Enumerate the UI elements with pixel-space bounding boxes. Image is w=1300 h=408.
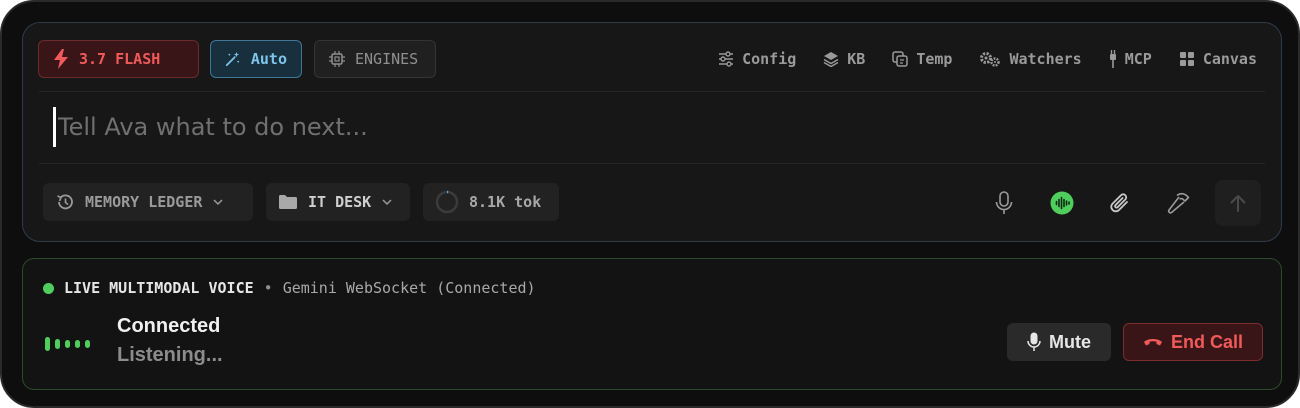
assistant-panel: 3.7 FLASH Auto ENGINES Config KB Temp Wa… — [0, 0, 1300, 408]
header-divider — [39, 91, 1265, 92]
cpu-chip-icon — [329, 51, 345, 67]
it-desk-label: IT DESK — [308, 193, 372, 211]
call-state: Connected — [117, 315, 221, 337]
kb-button[interactable]: KB — [823, 50, 865, 68]
sliders-icon — [719, 51, 734, 67]
end-call-button[interactable]: End Call — [1123, 323, 1263, 361]
hang-up-icon — [1143, 339, 1162, 346]
engines-label: ENGINES — [355, 50, 419, 68]
top-toolbar: Config KB Temp Watchers MCP Canvas — [718, 47, 1257, 71]
memory-ledger-label: MEMORY LEDGER — [85, 193, 203, 211]
mute-label: Mute — [1049, 331, 1091, 352]
listening-state: Listening... — [117, 344, 223, 366]
hammer-icon — [1167, 192, 1190, 214]
kb-label: KB — [847, 50, 866, 68]
magic-wand-icon — [225, 51, 240, 67]
temp-button[interactable]: Temp — [892, 50, 952, 68]
attach-button[interactable] — [1091, 181, 1149, 225]
layers-icon — [823, 52, 839, 67]
memory-ledger-dropdown[interactable]: MEMORY LEDGER — [43, 183, 253, 221]
canvas-label: Canvas — [1202, 50, 1257, 68]
config-label: Config — [742, 50, 797, 68]
model-selector-button[interactable]: 3.7 FLASH — [38, 40, 199, 78]
auto-mode-label: Auto — [250, 50, 287, 68]
send-button[interactable] — [1215, 180, 1261, 226]
history-icon — [57, 194, 73, 210]
chevron-down-icon — [382, 199, 392, 206]
end-call-label: End Call — [1170, 331, 1243, 352]
token-count: 8.1K tok — [469, 193, 542, 211]
mcp-button[interactable]: MCP — [1109, 50, 1152, 68]
config-button[interactable]: Config — [718, 50, 796, 68]
composer-card: 3.7 FLASH Auto ENGINES Config KB Temp Wa… — [22, 22, 1282, 242]
voice-separator: • — [263, 279, 273, 297]
mute-button[interactable]: Mute — [1007, 323, 1111, 361]
input-divider — [39, 163, 1265, 164]
live-status-dot — [43, 282, 54, 294]
engines-button[interactable]: ENGINES — [314, 40, 436, 78]
audio-level-indicator — [45, 337, 90, 351]
microphone-icon — [995, 191, 1013, 214]
temp-label: Temp — [916, 50, 953, 68]
paperclip-icon — [1110, 193, 1128, 213]
voice-header: LIVE MULTIMODAL VOICE • Gemini WebSocket… — [43, 279, 536, 297]
prompt-input[interactable] — [53, 107, 1153, 147]
model-label: 3.7 FLASH — [79, 50, 161, 68]
canvas-button[interactable]: Canvas — [1179, 50, 1257, 68]
voice-wave-icon — [1050, 191, 1074, 215]
chevron-down-icon — [213, 199, 223, 206]
mcp-label: MCP — [1124, 50, 1152, 68]
live-voice-panel: LIVE MULTIMODAL VOICE • Gemini WebSocket… — [22, 258, 1282, 390]
microphone-icon — [1027, 332, 1041, 351]
grid-icon — [1179, 52, 1194, 66]
lightning-icon — [54, 49, 68, 69]
send-arrow-icon — [1230, 195, 1246, 212]
watchers-button[interactable]: Watchers — [979, 50, 1082, 68]
gears-icon — [980, 52, 1001, 67]
voice-state: Connected Listening... — [117, 315, 223, 367]
connection-status: Gemini WebSocket (Connected) — [282, 279, 536, 297]
plug-icon — [1109, 50, 1116, 68]
progress-ring-icon — [435, 190, 459, 214]
microphone-button[interactable] — [975, 181, 1033, 225]
live-voice-button[interactable] — [1033, 181, 1091, 225]
it-desk-dropdown[interactable]: IT DESK — [266, 183, 410, 221]
composer-tools — [975, 180, 1261, 226]
token-counter: 8.1K tok — [423, 183, 559, 221]
copy-icon — [892, 51, 909, 67]
auto-mode-button[interactable]: Auto — [210, 40, 302, 78]
tools-button[interactable] — [1149, 181, 1207, 225]
folder-icon — [279, 195, 297, 209]
watchers-label: Watchers — [1009, 50, 1082, 68]
voice-title: LIVE MULTIMODAL VOICE — [64, 279, 254, 297]
